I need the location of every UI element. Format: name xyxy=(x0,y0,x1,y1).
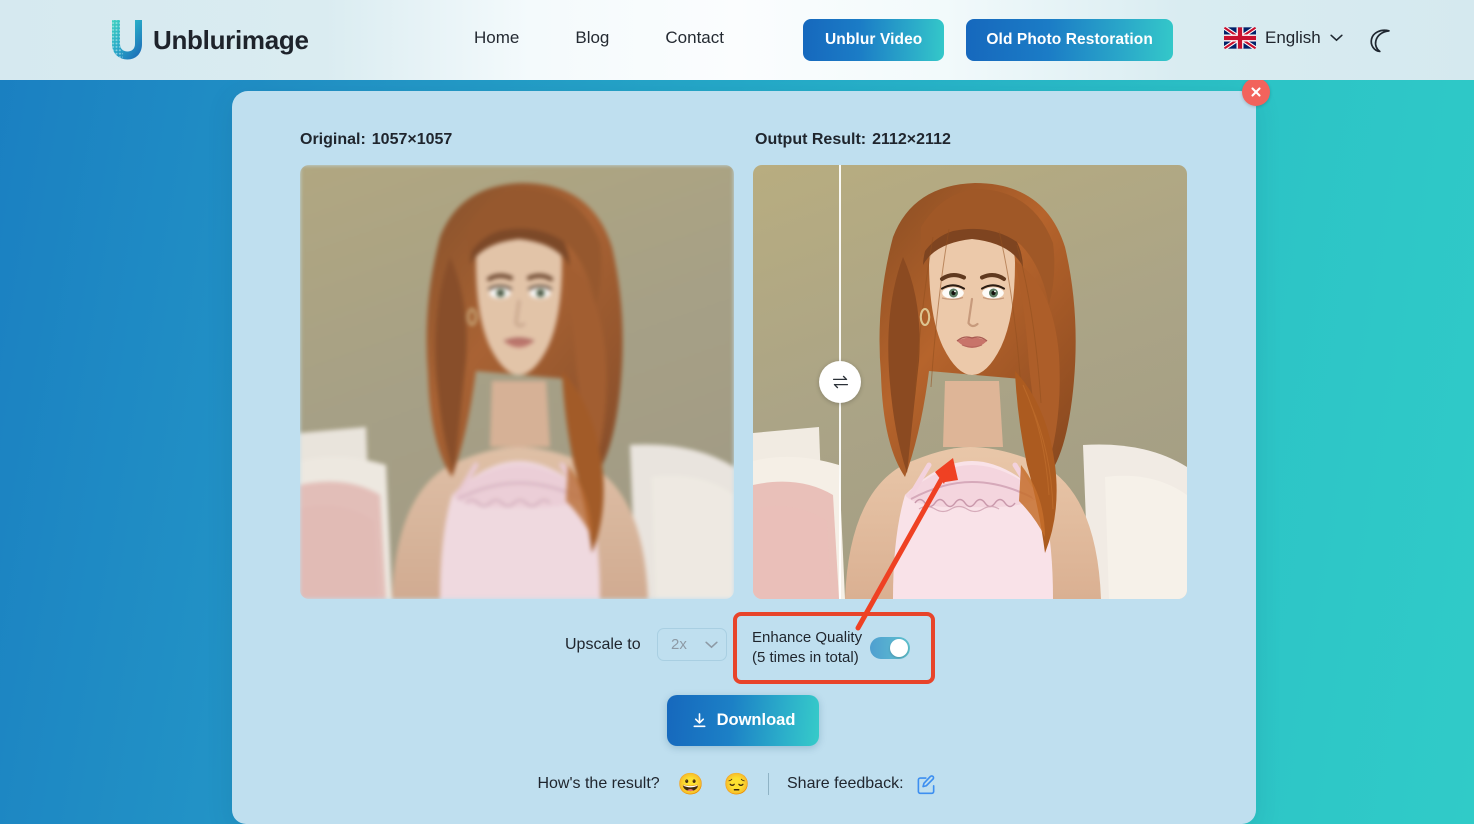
upscale-to-label: Upscale to xyxy=(565,636,641,653)
output-dimensions: 2112×2112 xyxy=(872,131,951,148)
header-cta-group: Unblur Video Old Photo Restoration xyxy=(803,19,1173,61)
upscale-factor-value: 2x xyxy=(671,636,687,653)
enhance-quality-subtitle: (5 times in total) xyxy=(752,649,859,666)
language-selector[interactable]: English xyxy=(1224,27,1343,49)
uk-flag-icon xyxy=(1224,27,1256,49)
enhance-quality-text: Enhance Quality (5 times in total) xyxy=(752,628,862,669)
original-image-container xyxy=(300,165,734,599)
share-feedback-label: Share feedback: xyxy=(787,775,904,792)
main-nav: Home Blog Contact xyxy=(474,28,724,48)
feedback-row: How's the result? 😀 😔 Share feedback: xyxy=(0,770,1474,798)
feedback-separator xyxy=(768,773,769,795)
app-page: Unblurimage Home Blog Contact Unblur Vid… xyxy=(0,0,1474,824)
close-x-icon xyxy=(1251,87,1261,97)
feedback-sad-emoji[interactable]: 😔 xyxy=(724,774,750,795)
upscale-factor-select[interactable]: 2x xyxy=(657,628,727,661)
dark-mode-toggle[interactable] xyxy=(1364,26,1390,54)
chevron-down-icon xyxy=(705,641,718,648)
share-feedback-button[interactable] xyxy=(916,774,937,795)
chevron-down-icon xyxy=(1330,34,1343,42)
unblurimage-u-logo-icon xyxy=(112,20,142,60)
nav-home[interactable]: Home xyxy=(474,28,519,48)
enhance-quality-title: Enhance Quality xyxy=(752,628,863,646)
original-photo xyxy=(300,165,734,599)
old-photo-restoration-button[interactable]: Old Photo Restoration xyxy=(966,19,1173,61)
nav-contact[interactable]: Contact xyxy=(665,28,724,48)
logo-text: Unblurimage xyxy=(153,24,309,55)
unblur-video-button[interactable]: Unblur Video xyxy=(803,19,945,61)
nav-blog[interactable]: Blog xyxy=(575,28,609,48)
output-label: Output Result: xyxy=(755,131,867,148)
feedback-question: How's the result? xyxy=(537,775,660,792)
feedback-happy-emoji[interactable]: 😀 xyxy=(678,774,704,795)
output-label-group: Output Result: 2112×2112 xyxy=(755,131,951,149)
enhance-quality-toggle[interactable] xyxy=(870,637,911,659)
swap-horizontal-icon xyxy=(832,375,848,389)
download-icon xyxy=(693,713,706,728)
download-button[interactable]: Download xyxy=(667,695,819,746)
language-label: English xyxy=(1265,28,1321,47)
original-dimensions: 1057×1057 xyxy=(371,131,453,148)
original-label-group: Original: 1057×1057 xyxy=(300,131,452,149)
site-header: Unblurimage Home Blog Contact Unblur Vid… xyxy=(0,0,1474,80)
moon-icon xyxy=(1370,29,1390,53)
image-labels-row: Original: 1057×1057 Output Result: 2112×21… xyxy=(0,131,1474,155)
compare-slider-handle[interactable] xyxy=(819,361,861,403)
enhance-quality-option[interactable]: Enhance Quality (5 times in total) xyxy=(733,612,935,684)
upscale-controls: Upscale to 2x Enhance Quality (5 times i… xyxy=(0,612,1474,684)
edit-square-icon xyxy=(917,774,935,794)
close-panel-button[interactable] xyxy=(1242,78,1270,106)
toggle-knob xyxy=(890,639,909,657)
original-label: Original: xyxy=(300,131,366,148)
download-button-label: Download xyxy=(716,711,796,729)
logo[interactable]: Unblurimage xyxy=(108,18,309,62)
